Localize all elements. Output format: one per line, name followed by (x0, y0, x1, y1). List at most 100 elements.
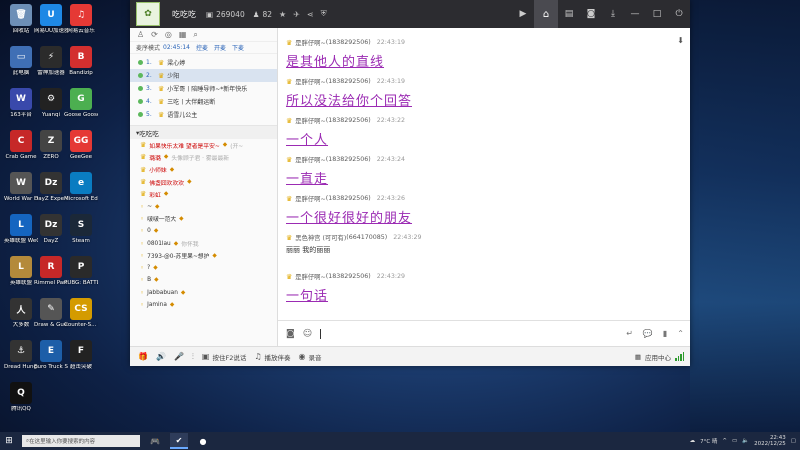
open-mic-link[interactable]: 开麦 (214, 43, 226, 52)
desktop-icon[interactable]: ♫ 网易云音乐 (64, 4, 98, 35)
sender-name[interactable]: 是胖仔啊~ (295, 77, 325, 86)
desktop-icon[interactable]: P PUBG: BATTLEGR... (64, 256, 98, 287)
desktop-icon[interactable]: 🗑 回收站 (4, 4, 38, 35)
control-mic-link[interactable]: 控麦 (196, 43, 208, 52)
member-item[interactable]: ◦ Jabbabuan ◆ (130, 287, 277, 299)
maximize-button[interactable]: □ (646, 9, 668, 19)
member-item[interactable]: ◦ 7393-@0-苏里果~想护 ◆ (130, 250, 277, 262)
record-label[interactable]: 录音 (309, 352, 322, 362)
calendar-icon[interactable]: ▦ (179, 30, 187, 39)
member-item[interactable]: ♛ 彩虹 ◆ (130, 188, 277, 200)
user-icon[interactable]: ♙ (137, 30, 144, 39)
taskbar-app-voicechat-icon[interactable]: ✔ (170, 433, 188, 449)
desktop-icon[interactable]: Q 腾讯QQ (4, 382, 38, 413)
play-music-label[interactable]: 播放伴奏 (265, 352, 291, 362)
sender-name[interactable]: 黑色神宫 (可可有) (295, 233, 346, 242)
desktop-icon[interactable]: ⚙ Yuanqi (34, 88, 68, 119)
desktop-icon[interactable]: Z ZERO (34, 130, 68, 161)
desktop-icon[interactable]: E Euro Truck Simulator 2 (34, 340, 68, 371)
mic-status-icon[interactable]: ▮ (663, 329, 667, 338)
power-button[interactable]: ⏻ (668, 9, 690, 19)
record-icon[interactable]: ◉ (299, 352, 306, 361)
sender-name[interactable]: 是胖仔啊~ (295, 38, 325, 47)
member-item[interactable]: ◦ B ◆ (130, 274, 277, 286)
mic-queue-item[interactable]: 4. ♛ 三吃丨大伴翻运断 (130, 95, 277, 108)
mic-queue-item[interactable]: 1. ♛ 梁心婷 (130, 56, 277, 69)
desktop-icon[interactable]: G Goose Goose Duck (64, 88, 98, 119)
push-to-talk-label[interactable]: 按住F2说话 (212, 352, 246, 362)
member-item[interactable]: ◦ Jamina ◆ (130, 299, 277, 311)
notification-icon[interactable]: ▢ (791, 438, 796, 444)
leave-mic-link[interactable]: 下麦 (232, 43, 244, 52)
member-item[interactable]: ◦ 0801lau ◆ 你怀我 (130, 237, 277, 249)
room-avatar[interactable]: ✿ (136, 2, 160, 26)
desktop-icon[interactable]: U 网易UU加速器 (34, 4, 68, 35)
desktop-icon[interactable]: C Crab Game (4, 130, 38, 161)
desktop-icon[interactable]: CS Counter-S... Global Offe... (64, 298, 98, 329)
member-item[interactable]: ♛ 佛盏囧欢欢欢 ◆ (130, 176, 277, 188)
clock[interactable]: 22:43 2022/12/25 (754, 435, 786, 447)
favorite-icon[interactable]: ★ (279, 10, 286, 19)
gift-icon[interactable]: 🎁 (138, 352, 148, 361)
desktop-icon[interactable]: ✎ Draw & Guess (34, 298, 68, 329)
desktop-icon[interactable]: R Rimmel Party (34, 256, 68, 287)
desktop-icon[interactable]: S Steam (64, 214, 98, 245)
member-item[interactable]: ♛ 璐璐 ◆ 头像顾子君 · 雾最最新 (130, 151, 277, 163)
mic-queue-item[interactable]: 3. ♛ 小军哥丨陪睡导师~*新年快乐 (130, 82, 277, 95)
tray-chevron-icon[interactable]: ^ (722, 438, 727, 444)
app-center-label[interactable]: 应用中心 (645, 352, 671, 362)
sender-name[interactable]: 是胖仔啊~ (295, 194, 325, 203)
taskbar-app-game-icon[interactable]: 🎮 (146, 433, 164, 449)
windows-start-icon[interactable]: ⊞ (0, 432, 18, 450)
home-button[interactable]: ⌂ (534, 0, 558, 28)
music-icon[interactable]: ♫ (254, 352, 261, 361)
member-item[interactable]: ♛ 小师妹 ◆ (130, 164, 277, 176)
desktop-icon[interactable]: e Microsoft Edge (64, 172, 98, 203)
desktop-icon[interactable]: L 英雄联盟 (4, 256, 38, 287)
search-icon[interactable]: ⌕ (193, 30, 197, 40)
collapse-icon[interactable]: ⤓ (602, 9, 624, 19)
desktop-icon[interactable]: L 英雄联盟 WeGame版 (4, 214, 38, 245)
mic-icon[interactable]: 🎤 (174, 352, 184, 361)
mic-queue-item[interactable]: 2. ♛ 少阳 (130, 69, 277, 82)
gamepad-icon[interactable]: ◙ (580, 9, 602, 19)
desktop-icon[interactable]: W 163平台 (4, 88, 38, 119)
desktop-icon[interactable]: 人大多数 (4, 298, 38, 329)
speaker-icon[interactable]: 🔊 (156, 352, 166, 361)
gamepad-input-icon[interactable]: ◙ (286, 329, 295, 339)
send-icon[interactable]: ↵ (626, 329, 633, 338)
notes-icon[interactable]: ▤ (558, 9, 580, 19)
desktop-icon[interactable]: F 超击突破 (64, 340, 98, 371)
shield-icon[interactable]: ⛨ (321, 9, 327, 19)
desktop-icon[interactable]: ▭ 此电脑 (4, 46, 38, 77)
member-item[interactable]: ◦ ~ ◆ (130, 200, 277, 212)
video-icon[interactable]: ▶ (512, 9, 534, 19)
plane-icon[interactable]: ✈ (293, 10, 300, 19)
sender-name[interactable]: 是胖仔啊~ (295, 272, 325, 281)
weather-text[interactable]: 7°C 晴 (700, 437, 717, 445)
sender-name[interactable]: 是胖仔啊~ (295, 116, 325, 125)
taskbar-app-edge-icon[interactable]: ● (194, 433, 212, 449)
refresh-icon[interactable]: ⟳ (151, 30, 158, 39)
desktop-icon[interactable]: W World War Heroes (4, 172, 38, 203)
channel-header[interactable]: ▾ 吃吃吃 (130, 125, 277, 139)
member-item[interactable]: ◦ 啵啵一范大 ◆ (130, 213, 277, 225)
chat-input[interactable] (320, 328, 322, 339)
chat-bubble-icon[interactable]: 💬 (643, 329, 653, 338)
desktop-icon[interactable]: GG GeeGee (64, 130, 98, 161)
location-icon[interactable]: ◎ (165, 30, 172, 39)
desktop-icon[interactable]: ⚡ 雷神加速器 (34, 46, 68, 77)
volume-icon[interactable]: 🔈 (742, 438, 749, 444)
desktop-icon[interactable]: Dz DayZ Experimen... (34, 172, 68, 203)
taskbar-search[interactable]: ⌕ 在这里输入你要搜索的内容 (22, 435, 140, 447)
hotkey-icon[interactable]: ▣ (202, 352, 210, 361)
mixer-icon[interactable]: ⫶ (192, 352, 194, 362)
app-center-icon[interactable]: ▦ (635, 353, 641, 361)
desktop-icon[interactable]: B Bandizip (64, 46, 98, 77)
member-item[interactable]: ♛ 如果快乐太难 望者是平安~ ◆ (开~ (130, 139, 277, 151)
expand-icon[interactable]: ⌃ (677, 329, 684, 338)
sender-name[interactable]: 是胖仔啊~ (295, 155, 325, 164)
desktop-icon[interactable]: Dz DayZ (34, 214, 68, 245)
member-item[interactable]: ◦ 0 ◆ (130, 225, 277, 237)
desktop-icon[interactable]: ⚓ Dread Hunger (4, 340, 38, 371)
